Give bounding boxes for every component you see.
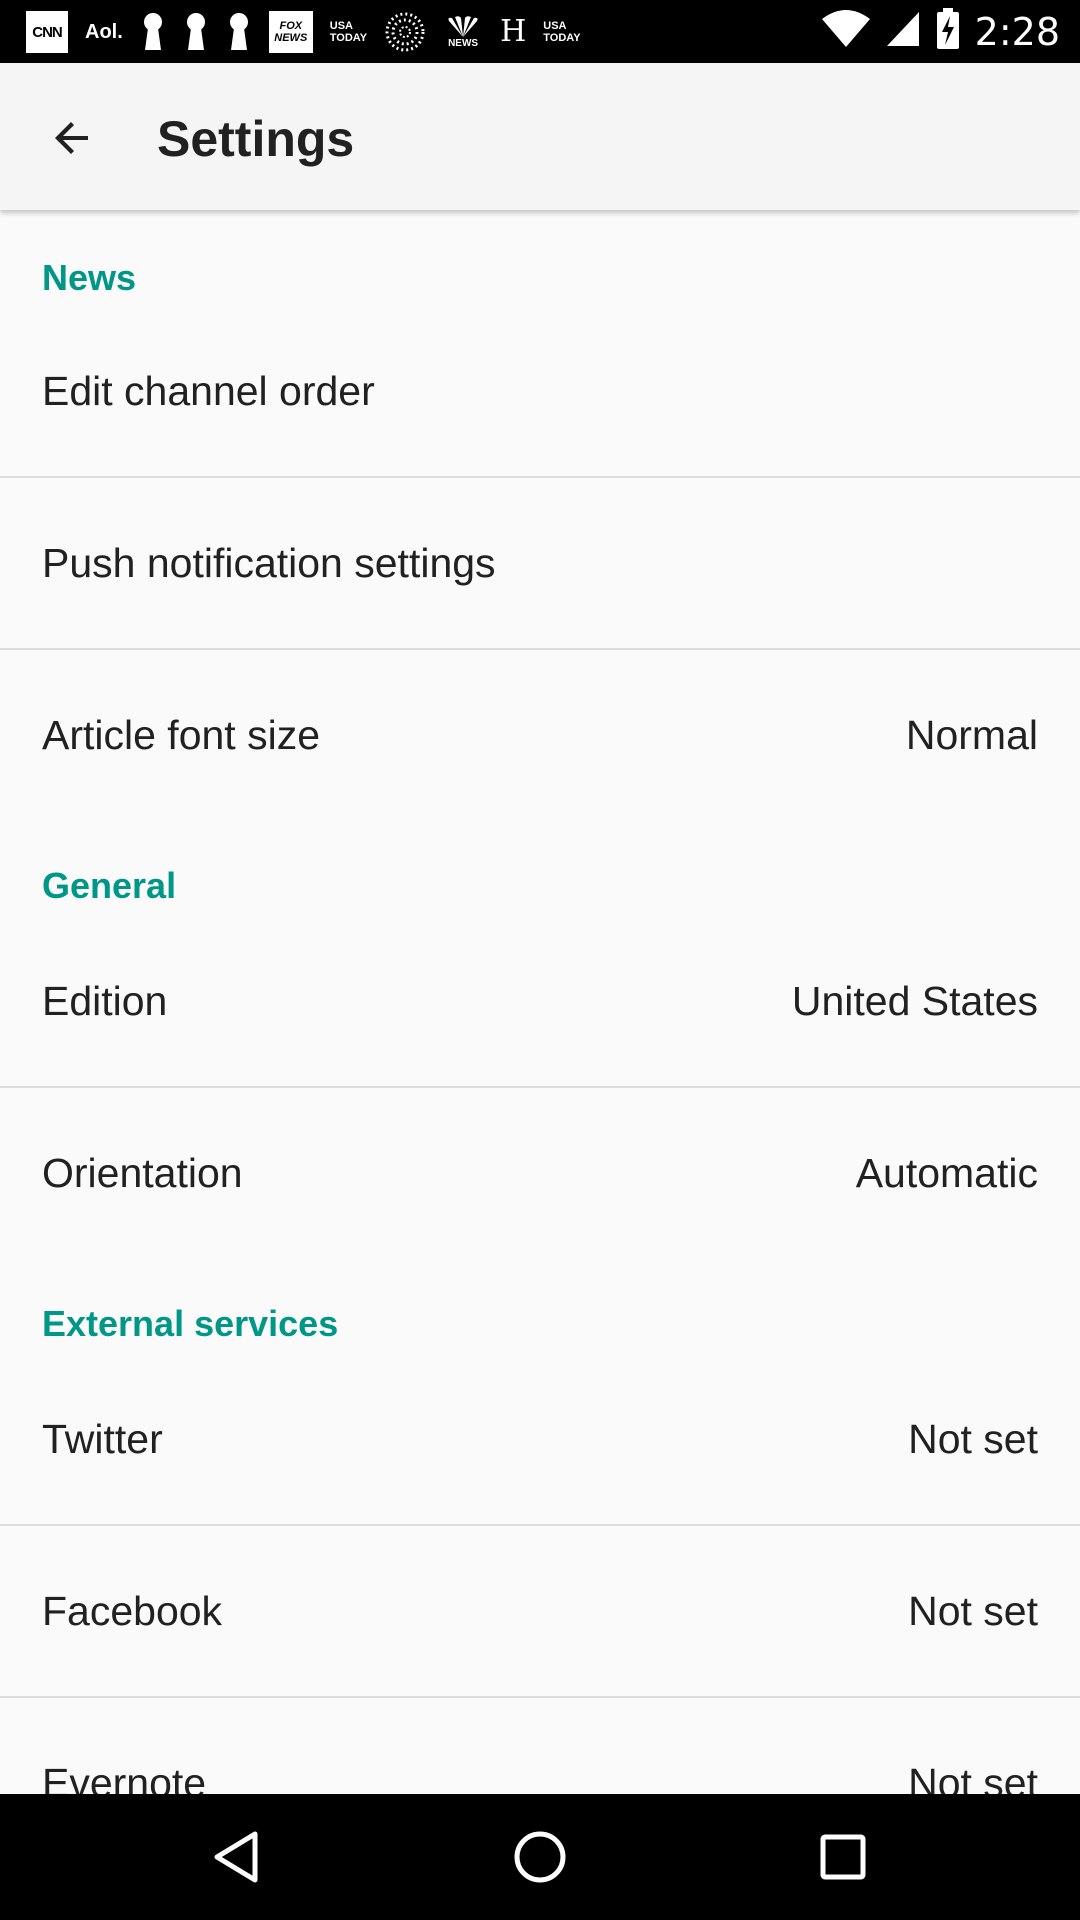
circle-home-icon — [514, 1831, 566, 1883]
fox-news-line1: FOX — [279, 20, 303, 32]
settings-item-label: Orientation — [42, 1150, 243, 1196]
settings-item-label: Article font size — [42, 712, 320, 758]
nav-back-button[interactable] — [196, 1822, 276, 1892]
nav-recents-button[interactable] — [803, 1822, 883, 1892]
keyhole-icon — [140, 11, 166, 53]
settings-item-push-notification-settings[interactable]: Push notification settings — [0, 478, 1080, 650]
square-recents-icon — [820, 1834, 866, 1880]
settings-item-value: Not set — [908, 1588, 1038, 1634]
battery-charging-icon — [935, 7, 961, 56]
settings-item-value: United States — [791, 978, 1038, 1024]
settings-item-label: Edit channel order — [42, 368, 375, 414]
settings-item-facebook[interactable]: Facebook Not set — [0, 1526, 1080, 1698]
usa-today-line1: USA — [543, 20, 567, 32]
notification-icons: CNN Aol. FOX NEWS USA TODAY NEWS H USA T… — [26, 10, 581, 54]
settings-item-label: Twitter — [42, 1416, 163, 1462]
settings-item-article-font-size[interactable]: Article font size Normal — [0, 650, 1080, 820]
settings-item-value: Not set — [908, 1760, 1038, 1794]
settings-item-label: Evernote — [42, 1760, 207, 1794]
usa-today-line2: TODAY — [329, 32, 368, 44]
fox-news-line2: NEWS — [274, 32, 308, 44]
globe-dots-icon — [384, 11, 426, 53]
navigation-bar — [0, 1794, 1080, 1920]
app-bar: Settings — [0, 63, 1080, 210]
clock: 2:28 — [974, 9, 1060, 54]
system-icons: 2:28 — [821, 0, 1060, 63]
usa-today-line1: USA — [329, 20, 354, 32]
back-button[interactable] — [42, 108, 102, 168]
h-icon: H — [500, 14, 527, 49]
section-header-external-services: External services — [42, 1303, 339, 1344]
settings-item-label: Push notification settings — [42, 540, 496, 586]
triangle-back-icon — [214, 1831, 258, 1883]
settings-item-label: Edition — [42, 978, 168, 1024]
wifi-icon — [821, 9, 871, 54]
nav-home-button[interactable] — [500, 1822, 580, 1892]
settings-item-value: Normal — [905, 712, 1038, 758]
usa-today-icon: USA TODAY — [330, 11, 367, 53]
settings-item-evernote[interactable]: Evernote Not set — [0, 1698, 1080, 1794]
keyhole-icon — [183, 11, 209, 53]
settings-list: News Edit channel order Push notificatio… — [0, 210, 1080, 1794]
nbc-news-label: NEWS — [448, 38, 479, 49]
cnn-icon: CNN — [26, 11, 68, 53]
aol-icon: Aol. — [85, 21, 123, 43]
usa-today-line2: TODAY — [543, 32, 581, 44]
settings-item-value: Not set — [908, 1416, 1038, 1462]
settings-item-twitter[interactable]: Twitter Not set — [0, 1354, 1080, 1526]
usa-today-icon: USA TODAY — [543, 11, 580, 53]
settings-item-value: Automatic — [855, 1150, 1038, 1196]
page-title: Settings — [157, 111, 355, 167]
settings-item-edition[interactable]: Edition United States — [0, 916, 1080, 1088]
settings-item-edit-channel-order[interactable]: Edit channel order — [0, 306, 1080, 478]
section-header-general: General — [42, 865, 177, 906]
fox-news-icon: FOX NEWS — [268, 11, 313, 53]
status-bar: CNN Aol. FOX NEWS USA TODAY NEWS H USA T… — [0, 0, 1080, 63]
cell-signal-icon — [885, 10, 921, 53]
settings-item-orientation[interactable]: Orientation Automatic — [0, 1088, 1080, 1258]
section-header-news: News — [42, 257, 137, 298]
keyhole-icon — [226, 11, 252, 53]
arrow-back-icon — [55, 122, 88, 154]
settings-item-label: Facebook — [42, 1588, 223, 1634]
nbc-news-icon: NEWS — [443, 11, 483, 53]
